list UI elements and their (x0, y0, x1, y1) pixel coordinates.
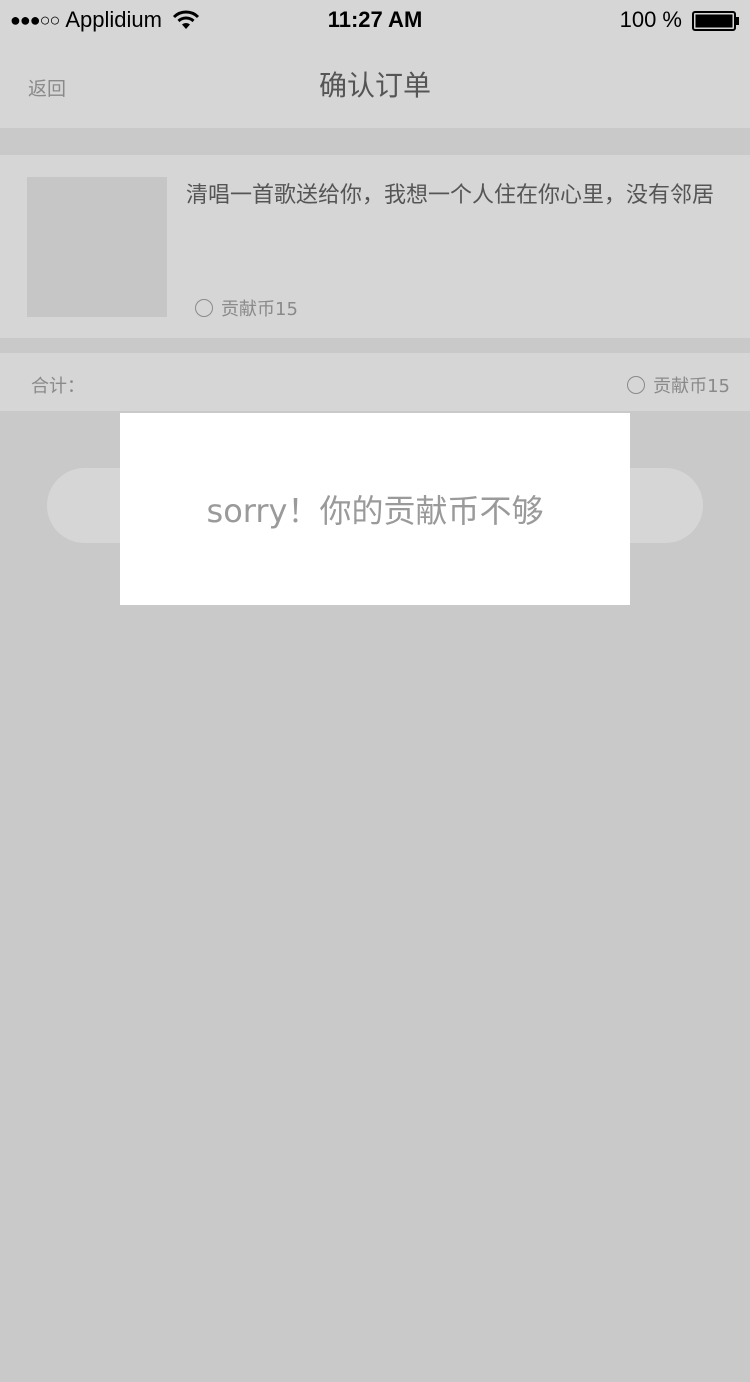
radio-circle-icon[interactable] (195, 299, 213, 317)
total-row: 合计： 贡献币15 (0, 353, 750, 411)
total-value: 贡献币15 (627, 372, 730, 398)
item-price-label: 贡献币15 (221, 299, 298, 320)
alert-modal[interactable]: sorry！你的贡献币不够 (120, 413, 630, 605)
page-title: 确认订单 (318, 69, 431, 102)
item-thumbnail (27, 177, 167, 317)
battery-icon (692, 10, 740, 31)
battery-percent: 100 % (619, 7, 682, 32)
item-title: 清唱一首歌送给你，我想一个人住在你心里，没有邻居 (186, 183, 715, 208)
status-right: 100 % (620, 6, 740, 34)
item-price: 贡献币15 (195, 295, 298, 321)
order-item: 清唱一首歌送给你，我想一个人住在你心里，没有邻居 贡献币15 (0, 155, 750, 338)
nav-bar: 返回 确认订单 (0, 40, 750, 128)
status-bar: ●●●○○ Applidium 11:27 AM 100 % (0, 0, 750, 40)
total-value-label: 贡献币15 (653, 376, 730, 397)
alert-message: sorry！你的贡献币不够 (206, 492, 544, 530)
total-label: 合计： (31, 376, 85, 397)
radio-circle-icon (627, 376, 646, 394)
